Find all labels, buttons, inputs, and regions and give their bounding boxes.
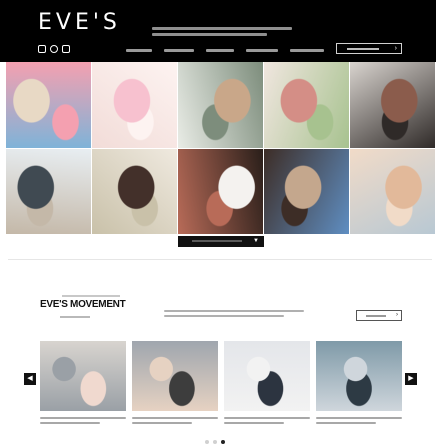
movement-card[interactable]	[316, 341, 402, 427]
pinterest-icon[interactable]	[50, 45, 58, 53]
promo-text	[152, 27, 292, 39]
carousel-prev-button[interactable]: ◀	[24, 373, 36, 385]
brand-logo[interactable]: EVE'S	[38, 11, 121, 35]
nav-item-2[interactable]	[164, 49, 194, 52]
carousel-pagination	[205, 440, 225, 444]
movement-photo[interactable]	[224, 341, 310, 411]
movement-caption	[132, 417, 218, 424]
photo-icon	[92, 149, 177, 235]
nav-item-4[interactable]	[246, 49, 278, 52]
movement-card[interactable]	[132, 341, 218, 427]
carousel-next-button[interactable]: ▶	[405, 373, 417, 385]
gallery-photo[interactable]	[264, 62, 349, 148]
photo-icon	[6, 62, 91, 148]
chevron-right-icon: ›	[394, 45, 397, 52]
photo-icon	[178, 62, 263, 148]
movement-caption	[40, 417, 126, 424]
pagination-dot[interactable]	[205, 440, 209, 444]
gallery-photo[interactable]	[6, 62, 91, 148]
pagination-dot[interactable]	[213, 440, 217, 444]
gallery-photo[interactable]	[92, 148, 177, 235]
movement-photo[interactable]	[40, 341, 126, 411]
movement-photo[interactable]	[132, 341, 218, 411]
movement-title: EVE'S MOVEMENT	[40, 299, 126, 310]
photo-icon	[264, 62, 349, 148]
nav-item-1[interactable]	[126, 49, 152, 52]
facebook-icon[interactable]	[62, 45, 70, 53]
movement-carousel	[40, 341, 402, 427]
chevron-right-icon: ›	[396, 312, 398, 318]
load-more-button[interactable]: ▼	[178, 236, 264, 247]
section-divider	[8, 259, 432, 260]
photo-icon	[350, 62, 435, 148]
pagination-dot[interactable]	[221, 440, 225, 444]
gallery-photo[interactable]	[178, 62, 263, 148]
movement-caption	[224, 417, 310, 424]
gallery-photo[interactable]	[350, 62, 435, 148]
chevron-down-icon: ▼	[253, 238, 259, 244]
photo-icon	[264, 149, 349, 235]
gallery-photo[interactable]	[6, 148, 91, 235]
site-header: EVE'S ›	[0, 0, 436, 62]
gallery-photo[interactable]	[350, 148, 435, 235]
view-more-button[interactable]: ›	[356, 310, 402, 321]
main-nav	[126, 49, 324, 52]
movement-description	[164, 310, 304, 320]
nav-item-3[interactable]	[206, 49, 234, 52]
movement-card[interactable]	[40, 341, 126, 427]
nav-item-5[interactable]	[290, 49, 324, 52]
photo-icon	[350, 149, 435, 235]
photo-icon	[92, 62, 177, 148]
photo-gallery	[6, 62, 435, 234]
gallery-photo[interactable]	[92, 62, 177, 148]
gallery-photo[interactable]	[178, 148, 263, 235]
photo-icon	[178, 149, 263, 235]
gallery-photo[interactable]	[264, 148, 349, 235]
movement-caption	[316, 417, 402, 424]
instagram-icon[interactable]	[38, 45, 46, 53]
movement-photo[interactable]	[316, 341, 402, 411]
movement-eyebrow	[62, 295, 120, 297]
header-cta-button[interactable]: ›	[336, 43, 402, 54]
movement-card[interactable]	[224, 341, 310, 427]
social-links	[38, 45, 70, 53]
photo-icon	[6, 149, 91, 235]
movement-subtitle	[60, 316, 90, 318]
